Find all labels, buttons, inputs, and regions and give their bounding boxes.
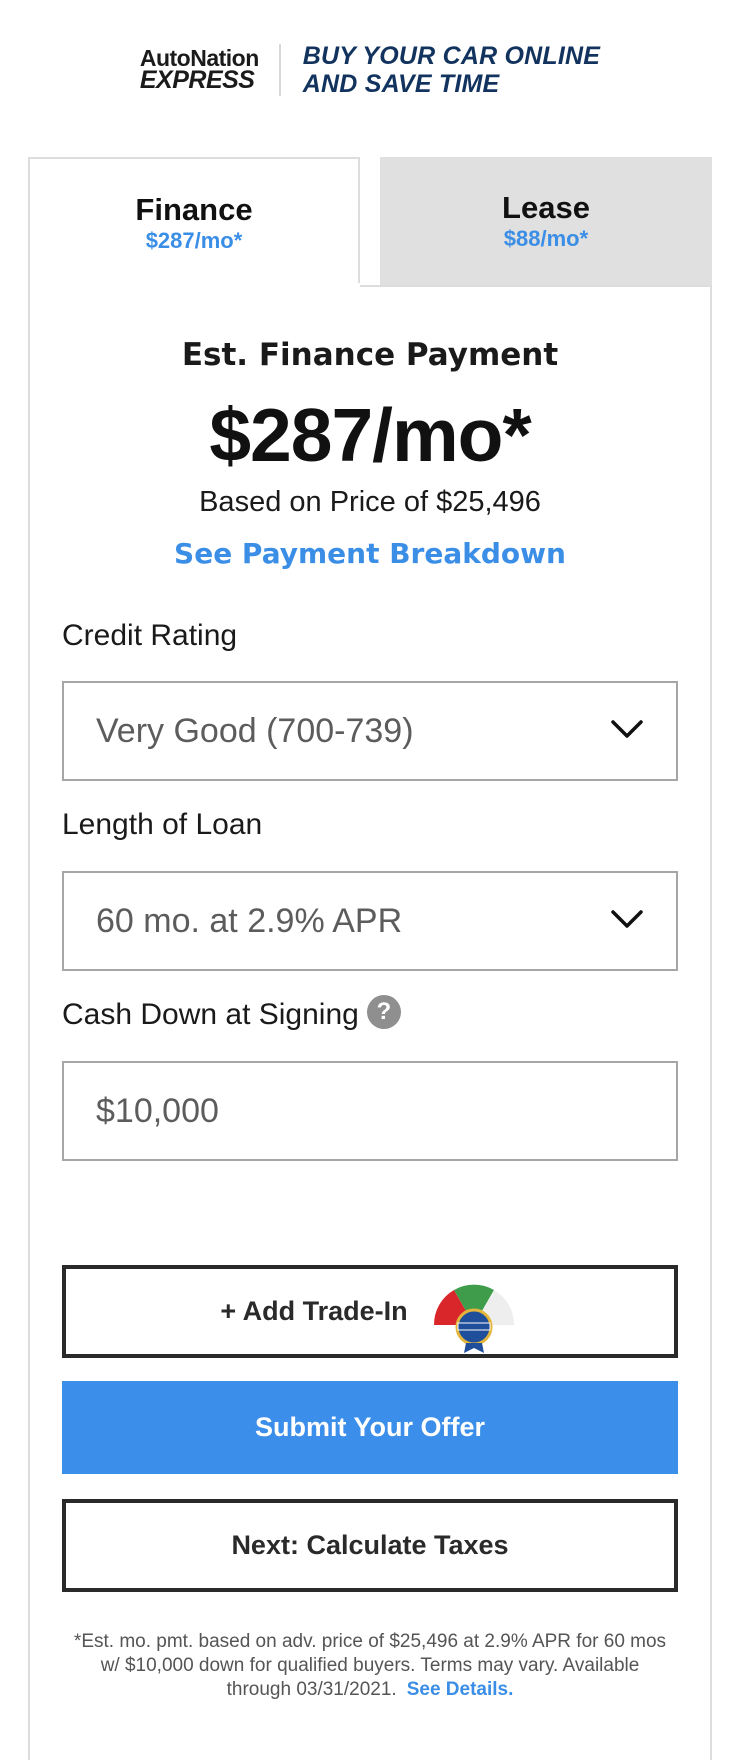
- tab-lease[interactable]: Lease $88/mo*: [380, 157, 712, 285]
- tab-finance-label: Finance: [135, 192, 253, 227]
- logo-line2: EXPRESS: [139, 66, 255, 94]
- header: AutoNation EXPRESS BUY YOUR CAR ONLINE A…: [0, 0, 740, 140]
- payment-breakdown-link[interactable]: See Payment Breakdown: [0, 537, 740, 570]
- cash-down-label: Cash Down at Signing: [62, 998, 359, 1031]
- chevron-down-icon: [611, 720, 643, 738]
- est-payment-label: Est. Finance Payment: [181, 337, 559, 373]
- header-tagline: BUY YOUR CAR ONLINE AND SAVE TIME: [303, 42, 600, 98]
- kbb-gauge-icon: [433, 1284, 514, 1353]
- disclaimer: *Est. mo. pmt. based on adv. price of $2…: [70, 1630, 670, 1702]
- active-tab-joiner: [30, 283, 360, 287]
- tab-finance-amount: $287/mo*: [145, 228, 243, 253]
- cash-down-input[interactable]: [62, 1061, 678, 1161]
- payment-type-tabs: Finance $287/mo* Lease $88/mo*: [28, 157, 712, 287]
- credit-rating-select[interactable]: Very Good (700-739): [62, 681, 678, 781]
- loan-length-label: Length of Loan: [62, 808, 263, 841]
- tagline-line1: BUY YOUR CAR ONLINE: [302, 42, 601, 70]
- add-trade-in-label: + Add Trade-In: [220, 1296, 408, 1326]
- tab-lease-label: Lease: [502, 190, 590, 225]
- autonation-express-logo: AutoNation EXPRESS: [135, 47, 259, 94]
- tagline-line2: AND SAVE TIME: [302, 70, 500, 98]
- loan-length-value: 60 mo. at 2.9% APR: [96, 901, 403, 940]
- tab-lease-amount: $88/mo*: [503, 226, 589, 251]
- based-on-price: Based on Price of $25,496: [199, 486, 541, 518]
- question-circle-icon[interactable]: ?: [366, 995, 401, 1029]
- calculate-taxes-button[interactable]: Next: Calculate Taxes: [62, 1499, 678, 1592]
- loan-length-select[interactable]: 60 mo. at 2.9% APR: [62, 871, 678, 971]
- credit-rating-value: Very Good (700-739): [96, 711, 414, 750]
- est-payment-amount: $287/mo*: [209, 393, 531, 477]
- chevron-down-icon: [611, 910, 643, 928]
- header-divider: [278, 44, 281, 96]
- cash-down-label-row: Cash Down at Signing ?: [62, 995, 401, 1032]
- tab-finance[interactable]: Finance $287/mo*: [28, 157, 360, 287]
- add-trade-in-button[interactable]: + Add Trade-In: [62, 1265, 678, 1358]
- credit-rating-label: Credit Rating: [62, 619, 238, 652]
- submit-offer-button[interactable]: Submit Your Offer: [62, 1381, 678, 1474]
- brand[interactable]: AutoNation EXPRESS BUY YOUR CAR ONLINE A…: [135, 42, 600, 98]
- disclaimer-text: *Est. mo. pmt. based on adv. price of $2…: [73, 1631, 667, 1700]
- see-details-link[interactable]: See Details.: [407, 1679, 514, 1700]
